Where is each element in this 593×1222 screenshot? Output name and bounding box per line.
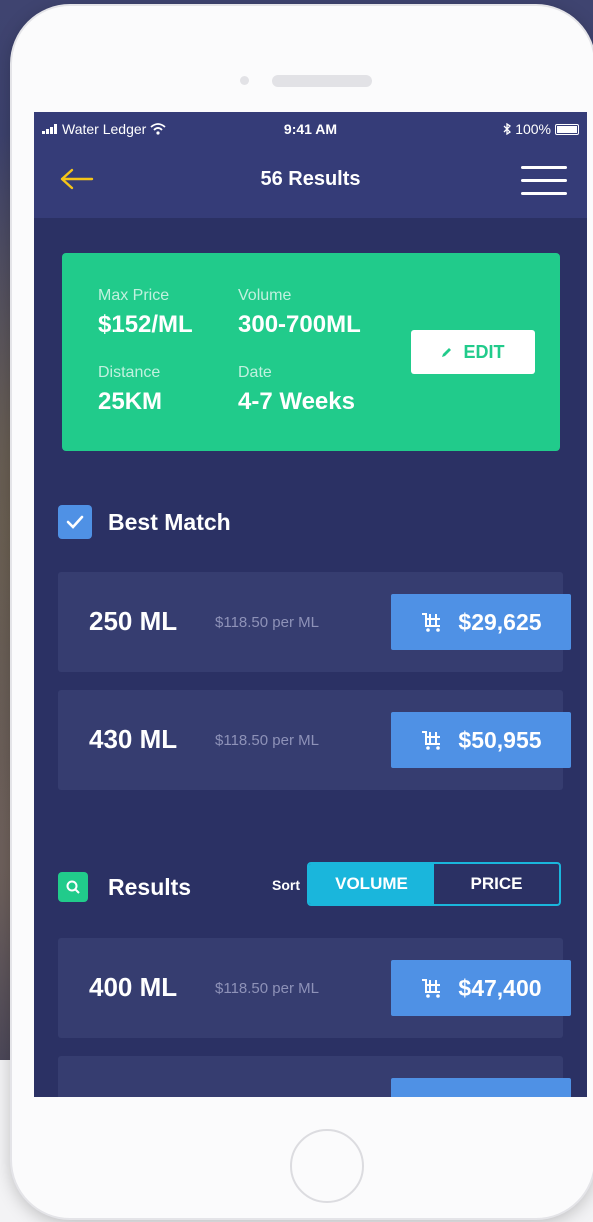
sort-option-price[interactable]: PRICE <box>434 864 559 904</box>
date-label: Date <box>238 364 272 381</box>
buy-price: $47,400 <box>458 974 542 1001</box>
home-button[interactable] <box>290 1129 364 1203</box>
bluetooth-icon <box>503 123 512 135</box>
list-item-partial[interactable] <box>58 1056 571 1097</box>
item-rate: $118.50 per ML <box>215 614 319 631</box>
volume-value: 300-700ML <box>238 311 361 338</box>
buy-price: $50,955 <box>458 726 542 753</box>
cart-icon <box>422 979 441 998</box>
nav-bar: 56 Results <box>34 146 587 218</box>
front-camera <box>240 76 249 85</box>
buy-button[interactable]: $47,400 <box>391 960 571 1016</box>
results-header: Results <box>58 872 191 902</box>
distance-label: Distance <box>98 364 161 381</box>
list-item[interactable]: 250 ML $118.50 per ML $29,625 <box>58 572 571 672</box>
sort-option-volume[interactable]: VOLUME <box>309 864 434 904</box>
buy-button[interactable]: $29,625 <box>391 594 571 650</box>
search-filter-card: Max Price $152/ML Volume 300-700ML Dista… <box>62 253 560 451</box>
item-rate: $118.50 per ML <box>215 732 319 749</box>
hamburger-menu-icon[interactable] <box>521 162 567 200</box>
date-value: 4-7 Weeks <box>238 388 355 415</box>
max-price-label: Max Price <box>98 287 170 304</box>
pencil-icon <box>442 348 452 357</box>
buy-button[interactable] <box>391 1078 571 1097</box>
status-bar: Water Ledger 9:41 AM 100% <box>34 112 587 146</box>
cart-icon <box>422 731 441 750</box>
buy-button[interactable]: $50,955 <box>391 712 571 768</box>
sort-toggle: VOLUME PRICE <box>307 862 561 906</box>
item-volume: 400 ML <box>89 972 178 1002</box>
app-screen: Water Ledger 9:41 AM 100% 56 Results Max… <box>34 112 587 1097</box>
search-icon <box>58 872 88 902</box>
results-label: Results <box>108 873 192 900</box>
status-right: 100% <box>503 121 579 137</box>
item-volume: 430 ML <box>89 724 178 754</box>
battery-icon <box>555 123 579 135</box>
list-item[interactable]: 430 ML $118.50 per ML $50,955 <box>58 690 571 790</box>
best-match-checkbox[interactable] <box>58 505 92 539</box>
distance-value: 25KM <box>98 388 163 415</box>
best-match-header: Best Match <box>58 505 231 539</box>
cart-icon <box>422 613 441 632</box>
volume-label: Volume <box>238 287 292 304</box>
battery-percent: 100% <box>515 121 551 137</box>
item-rate: $118.50 per ML <box>215 980 319 997</box>
max-price-value: $152/ML <box>98 311 193 338</box>
checkmark-icon <box>66 515 84 529</box>
earpiece-speaker <box>272 75 372 87</box>
item-volume: 250 ML <box>89 606 178 636</box>
sort-label: Sort <box>272 877 300 893</box>
best-match-label: Best Match <box>108 508 231 535</box>
page-title: 56 Results <box>260 168 361 190</box>
edit-label: EDIT <box>463 341 505 362</box>
list-item[interactable]: 400 ML $118.50 per ML $47,400 <box>58 938 571 1038</box>
edit-button[interactable]: EDIT <box>411 330 535 374</box>
buy-price: $29,625 <box>458 608 542 635</box>
